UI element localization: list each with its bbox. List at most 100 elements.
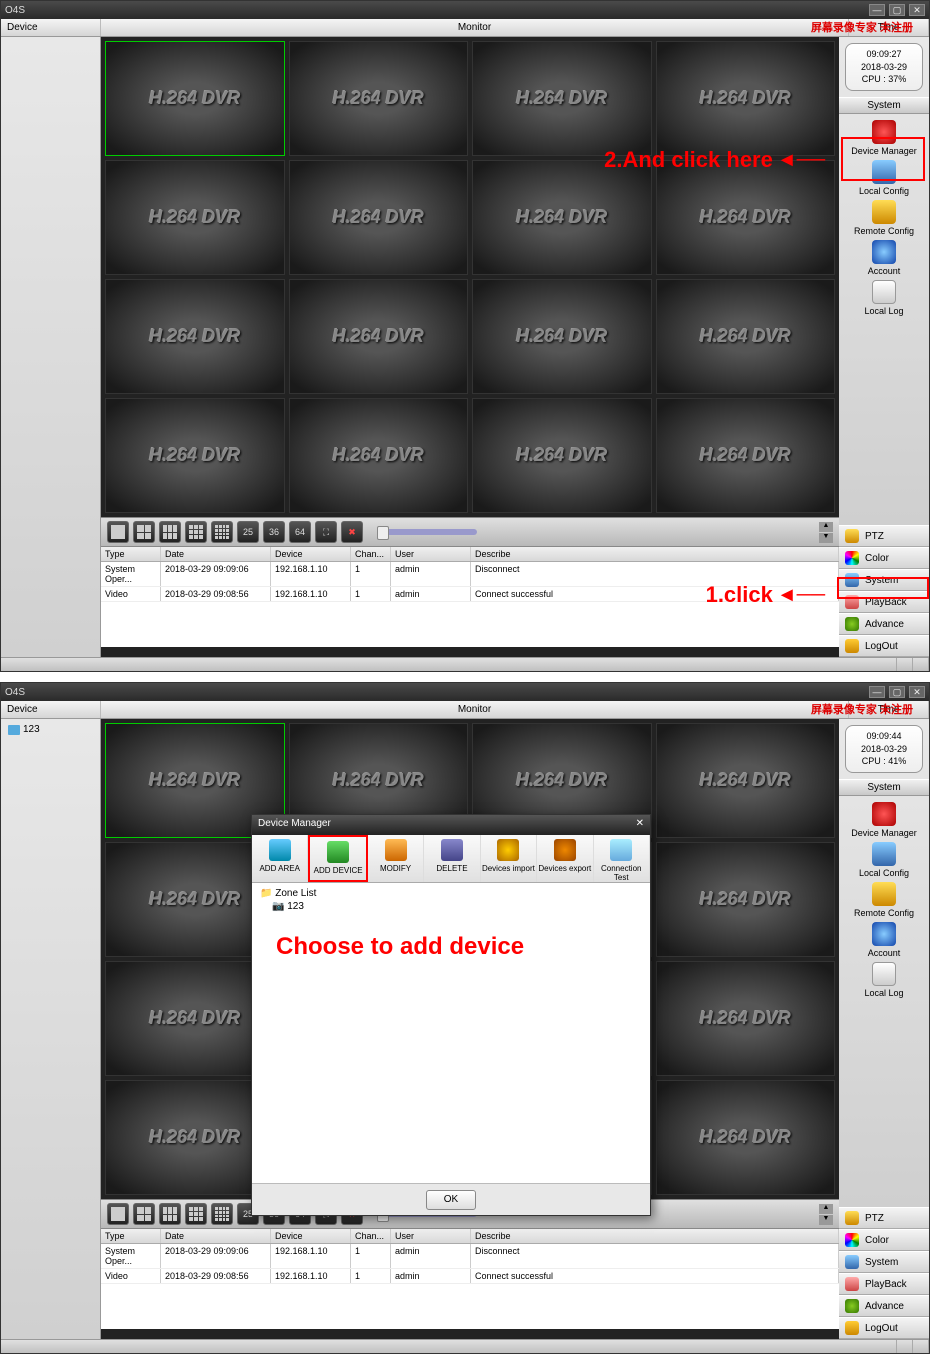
minimize-button[interactable]: —: [869, 686, 885, 698]
side-logout-button[interactable]: LogOut: [839, 635, 929, 657]
layout-9-button[interactable]: [185, 1203, 207, 1225]
dlg-devices-export-button[interactable]: Devices export: [537, 835, 593, 882]
side-advance-button[interactable]: Advance: [839, 613, 929, 635]
dlg-modify-button[interactable]: MODIFY: [368, 835, 424, 882]
system-item-local-log[interactable]: Local Log: [845, 280, 923, 316]
layout-64-button[interactable]: 64: [289, 521, 311, 543]
time-info-box: 09:09:27 2018-03-29 CPU : 37%: [845, 43, 923, 91]
system-item-icon: [872, 802, 896, 826]
zone-list-root[interactable]: 📁 Zone List: [256, 887, 646, 900]
layout-16-button[interactable]: [211, 1203, 233, 1225]
section-system-head[interactable]: System: [839, 97, 929, 114]
system-item-local-log[interactable]: Local Log: [845, 962, 923, 998]
log-row[interactable]: Video2018-03-29 09:08:56192.168.1.101adm…: [101, 1269, 839, 1284]
side-color-button[interactable]: Color: [839, 1229, 929, 1251]
disconnect-all-button[interactable]: ✖: [341, 521, 363, 543]
layout-16-button[interactable]: [211, 521, 233, 543]
scroll-down-button[interactable]: ▼: [819, 1215, 833, 1225]
system-item-remote-config[interactable]: Remote Config: [845, 882, 923, 918]
camera-cell[interactable]: H.264 DVR: [656, 279, 836, 394]
dialog-close-button[interactable]: ✕: [636, 818, 644, 832]
camera-cell[interactable]: H.264 DVR: [289, 160, 469, 275]
side-playback-button[interactable]: PlayBack: [839, 1273, 929, 1295]
system-item-icon: [872, 120, 896, 144]
annotation-add-device: Choose to add device: [276, 933, 666, 961]
dlg-connection-test-button[interactable]: Connection Test: [594, 835, 650, 882]
camera-cell[interactable]: H.264 DVR: [105, 398, 285, 513]
system-item-account[interactable]: Account: [845, 922, 923, 958]
camera-cell[interactable]: H.264 DVR: [289, 279, 469, 394]
layout-1-button[interactable]: [107, 521, 129, 543]
camera-cell[interactable]: H.264 DVR: [105, 160, 285, 275]
camera-cell[interactable]: H.264 DVR: [472, 160, 652, 275]
system-item-local-config[interactable]: Local Config: [845, 842, 923, 878]
layout-4-button[interactable]: [133, 521, 155, 543]
scroll-up-button[interactable]: ▲: [819, 1204, 833, 1214]
camera-cell[interactable]: H.264 DVR: [472, 279, 652, 394]
side-system-button[interactable]: System: [839, 569, 929, 591]
scroll-down-button[interactable]: ▼: [819, 533, 833, 543]
layout-6-button[interactable]: [159, 521, 181, 543]
device-tree-pane[interactable]: 123: [1, 719, 101, 1339]
camera-cell[interactable]: H.264 DVR: [472, 398, 652, 513]
layout-9-button[interactable]: [185, 521, 207, 543]
side-logout-button[interactable]: LogOut: [839, 1317, 929, 1339]
camera-cell[interactable]: H.264 DVR: [105, 279, 285, 394]
ok-button[interactable]: OK: [426, 1190, 476, 1210]
system-icon: [845, 1255, 859, 1269]
layout-25-button[interactable]: 25: [237, 521, 259, 543]
app-title: O4S: [5, 687, 25, 698]
section-system-head[interactable]: System: [839, 779, 929, 796]
fullscreen-button[interactable]: ⛶: [315, 521, 337, 543]
side-playback-button[interactable]: PlayBack: [839, 591, 929, 613]
system-item-local-config[interactable]: Local Config: [845, 160, 923, 196]
side-color-button[interactable]: Color: [839, 547, 929, 569]
layout-4-button[interactable]: [133, 1203, 155, 1225]
camera-cell[interactable]: H.264 DVR: [289, 398, 469, 513]
camera-cell[interactable]: H.264 DVR: [656, 723, 836, 838]
maximize-button[interactable]: ▢: [889, 4, 905, 16]
minimize-button[interactable]: —: [869, 4, 885, 16]
zone-list-child[interactable]: 📷 123: [256, 900, 646, 913]
system-item-account[interactable]: Account: [845, 240, 923, 276]
camera-cell[interactable]: H.264 DVR: [472, 41, 652, 156]
monitor-pane: H.264 DVRH.264 DVRH.264 DVRH.264 DVRH.26…: [101, 719, 839, 1339]
zoom-slider[interactable]: [377, 529, 477, 535]
layout-1-button[interactable]: [107, 1203, 129, 1225]
system-item-device-manager[interactable]: Device Manager: [845, 802, 923, 838]
side-ptz-button[interactable]: PTZ: [839, 525, 929, 547]
camera-cell[interactable]: H.264 DVR: [656, 398, 836, 513]
side-system-button[interactable]: System: [839, 1251, 929, 1273]
side-ptz-button[interactable]: PTZ: [839, 1207, 929, 1229]
dlg-add-area-button[interactable]: ADD AREA: [252, 835, 308, 882]
ptz-icon: [845, 529, 859, 543]
camera-cell[interactable]: H.264 DVR: [656, 961, 836, 1076]
side-advance-button[interactable]: Advance: [839, 1295, 929, 1317]
dlg-add-device-button[interactable]: ADD DEVICE: [308, 835, 367, 882]
camera-cell[interactable]: H.264 DVR: [656, 41, 836, 156]
system-item-remote-config[interactable]: Remote Config: [845, 200, 923, 236]
dlg-tool-icon: [497, 839, 519, 861]
advance-icon: [845, 617, 859, 631]
close-button[interactable]: ✕: [909, 4, 925, 16]
dialog-body: 📁 Zone List 📷 123 Choose to add device: [252, 883, 650, 1183]
close-button[interactable]: ✕: [909, 686, 925, 698]
scroll-up-button[interactable]: ▲: [819, 522, 833, 532]
camera-cell[interactable]: H.264 DVR: [105, 41, 285, 156]
camera-cell[interactable]: H.264 DVR: [656, 1080, 836, 1195]
camera-cell[interactable]: H.264 DVR: [289, 41, 469, 156]
playback-icon: [845, 595, 859, 609]
dlg-tool-icon: [385, 839, 407, 861]
layout-36-button[interactable]: 36: [263, 521, 285, 543]
system-item-device-manager[interactable]: Device Manager: [845, 120, 923, 156]
maximize-button[interactable]: ▢: [889, 686, 905, 698]
dlg-delete-button[interactable]: DELETE: [424, 835, 480, 882]
camera-cell[interactable]: H.264 DVR: [656, 842, 836, 957]
tree-item-zone[interactable]: 123: [4, 722, 97, 737]
layout-6-button[interactable]: [159, 1203, 181, 1225]
dlg-devices-import-button[interactable]: Devices import: [481, 835, 537, 882]
camera-cell[interactable]: H.264 DVR: [656, 160, 836, 275]
log-row[interactable]: System Oper...2018-03-29 09:09:06192.168…: [101, 1244, 839, 1269]
device-tree-pane[interactable]: [1, 37, 101, 657]
clock-date: 2018-03-29: [848, 61, 920, 74]
